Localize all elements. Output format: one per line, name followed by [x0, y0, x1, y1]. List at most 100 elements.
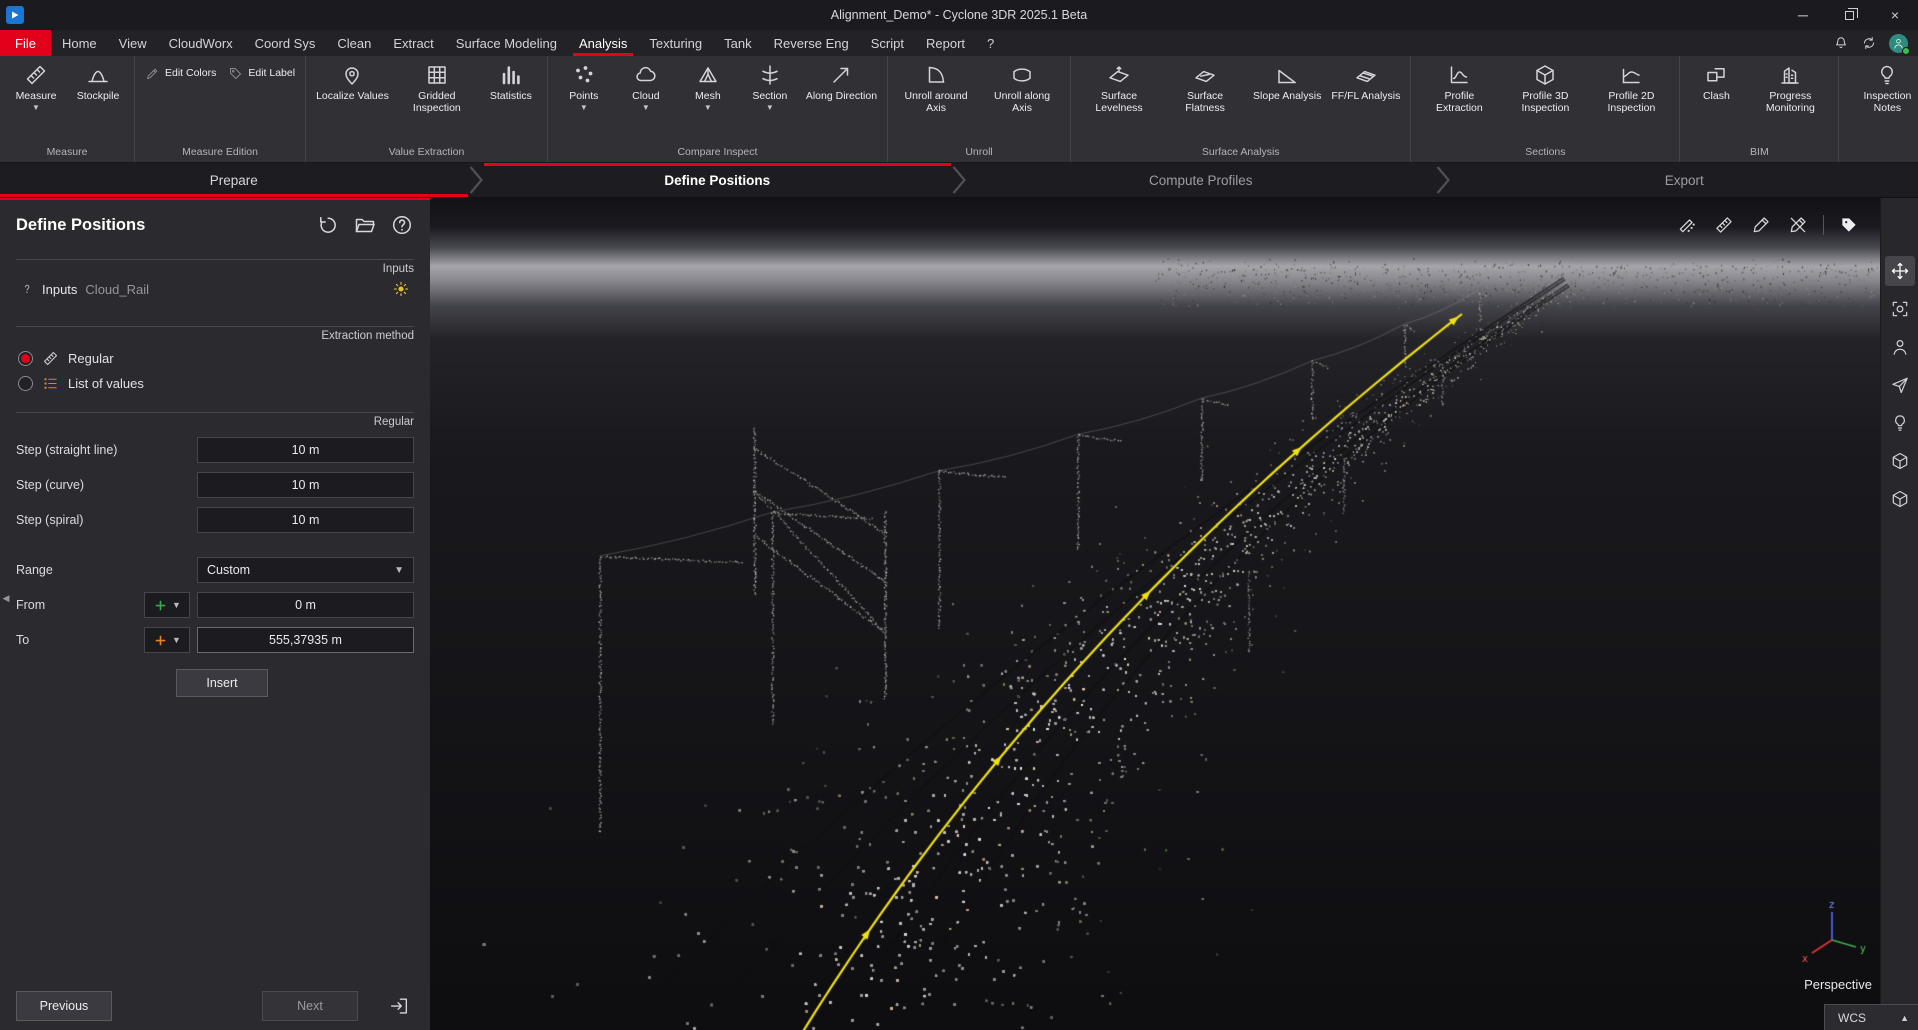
menu-coord-sys[interactable]: Coord Sys — [244, 30, 327, 56]
menu-cloudworx[interactable]: CloudWorx — [158, 30, 244, 56]
exit-icon — [388, 995, 410, 1017]
step-curve-input[interactable] — [197, 472, 414, 498]
points-button[interactable]: Points▼ — [554, 56, 614, 112]
section-button[interactable]: Section▼ — [740, 56, 800, 112]
help-button[interactable] — [390, 213, 414, 237]
menu-home[interactable]: Home — [51, 30, 108, 56]
gridded-inspection-icon — [425, 63, 449, 87]
sun-icon[interactable] — [392, 280, 410, 298]
profile-3d-inspection-button[interactable]: Profile 3D Inspection — [1503, 56, 1587, 115]
minimize-button[interactable]: ─ — [1780, 0, 1826, 30]
unroll-around-axis-button[interactable]: Unroll around Axis — [894, 56, 978, 115]
menu-script[interactable]: Script — [860, 30, 915, 56]
panel-header: Define Positions — [0, 200, 430, 239]
workflow-chevron-icon — [951, 163, 967, 197]
reset-step-button[interactable] — [316, 213, 340, 237]
menu-reverse-eng[interactable]: Reverse Eng — [763, 30, 860, 56]
menu-extract[interactable]: Extract — [382, 30, 444, 56]
labels-button[interactable] — [1832, 210, 1866, 240]
edit-colors-button[interactable]: Edit Colors — [145, 66, 216, 81]
exit-workflow-button[interactable] — [384, 991, 414, 1021]
menu-report[interactable]: Report — [915, 30, 976, 56]
walkthrough-mode-button[interactable] — [1885, 332, 1915, 362]
inspection-notes-button[interactable]: Inspection Notes — [1845, 56, 1918, 115]
view-cube-button[interactable] — [1885, 446, 1915, 476]
surface-flatness-button[interactable]: Surface Flatness — [1163, 56, 1247, 115]
range-select[interactable]: Custom ▼ — [197, 557, 414, 583]
restore-button[interactable] — [1826, 0, 1872, 30]
step-straight-line-input[interactable] — [197, 437, 414, 463]
menu-help[interactable]: ? — [976, 30, 1005, 56]
mesh-button[interactable]: Mesh▼ — [678, 56, 738, 112]
field-label: Step (straight line) — [16, 443, 144, 457]
step-curve-row: Step (curve) — [16, 472, 414, 498]
stockpile-button[interactable]: Stockpile — [68, 56, 128, 102]
viewport-3d[interactable]: Perspective — [430, 198, 1880, 1030]
to-color-picker[interactable]: ▼ — [144, 627, 190, 653]
edit-label-button[interactable]: Edit Label — [228, 66, 295, 81]
measure-button[interactable] — [1707, 210, 1741, 240]
regular-option[interactable]: Regular — [16, 342, 414, 367]
panel-collapse-handle[interactable]: ◀ — [0, 578, 12, 618]
wcs-selector[interactable]: WCS ▲ — [1824, 1004, 1918, 1030]
fly-mode-button[interactable] — [1885, 370, 1915, 400]
clash-button[interactable]: Clash — [1686, 56, 1746, 102]
menu-clean[interactable]: Clean — [326, 30, 382, 56]
close-button[interactable]: × — [1872, 0, 1918, 30]
slope-analysis-button[interactable]: Slope Analysis — [1249, 56, 1325, 102]
notifications-bell-icon[interactable] — [1833, 35, 1849, 51]
menu-file[interactable]: File — [0, 30, 51, 56]
next-button[interactable]: Next — [262, 991, 358, 1021]
list-of-values-radio[interactable] — [18, 376, 33, 391]
profile-2d-inspection-button[interactable]: Profile 2D Inspection — [1589, 56, 1673, 115]
colormap-button[interactable] — [1744, 210, 1778, 240]
option-label: Regular — [68, 351, 114, 366]
gridded-inspection-button[interactable]: Gridded Inspection — [395, 56, 479, 115]
progress-monitoring-button[interactable]: Progress Monitoring — [1748, 56, 1832, 115]
sync-icon[interactable] — [1861, 35, 1877, 51]
menu-analysis[interactable]: Analysis — [568, 30, 638, 56]
profile-extraction-button[interactable]: Profile Extraction — [1417, 56, 1501, 115]
statistics-button[interactable]: Statistics — [481, 56, 541, 102]
workflow-step-compute-profiles[interactable]: Compute Profiles — [967, 163, 1435, 197]
measure-button[interactable]: Measure▼ — [6, 56, 66, 112]
open-result-button[interactable] — [353, 213, 377, 237]
workflow-step-export[interactable]: Export — [1451, 163, 1918, 197]
menu-tank[interactable]: Tank — [713, 30, 762, 56]
pan-mode-button[interactable] — [1885, 256, 1915, 286]
step-spiral-input[interactable] — [197, 507, 414, 533]
workflow-step-prepare[interactable]: Prepare — [0, 163, 468, 197]
along-direction-button[interactable]: Along Direction — [802, 56, 881, 102]
from-input[interactable] — [197, 592, 414, 618]
zoom-on-selection-button[interactable] — [1885, 294, 1915, 324]
cloud-button[interactable]: Cloud▼ — [616, 56, 676, 112]
inputs-row[interactable]: Inputs Cloud_Rail — [16, 275, 414, 306]
title-bar: Alignment_Demo* - Cyclone 3DR 2025.1 Bet… — [0, 0, 1918, 30]
button-label: Cloud — [632, 90, 659, 102]
localize-values-button[interactable]: Localize Values — [312, 56, 393, 102]
clipping-box-button[interactable] — [1885, 484, 1915, 514]
clipping-box-icon — [1890, 489, 1910, 509]
view-cube-icon — [1890, 451, 1910, 471]
list-of-values-option[interactable]: List of values — [16, 367, 414, 392]
lighting-button[interactable] — [1885, 408, 1915, 438]
menu-view[interactable]: View — [108, 30, 158, 56]
profile-extraction-icon — [1447, 63, 1471, 87]
inspect-cloud-icon — [1677, 215, 1697, 235]
previous-button[interactable]: Previous — [16, 991, 112, 1021]
colormap-off-button[interactable] — [1781, 210, 1815, 240]
workflow-step-define-positions[interactable]: Define Positions — [484, 163, 952, 197]
menu-surface-modeling[interactable]: Surface Modeling — [445, 30, 568, 56]
from-color-picker[interactable]: ▼ — [144, 592, 190, 618]
inspect-cloud-button[interactable] — [1670, 210, 1704, 240]
ff-fl-analysis-button[interactable]: FF/FL Analysis — [1327, 56, 1404, 102]
insert-button[interactable]: Insert — [176, 669, 268, 697]
user-avatar[interactable] — [1889, 34, 1908, 53]
unroll-along-axis-button[interactable]: Unroll along Axis — [980, 56, 1064, 115]
surface-levelness-button[interactable]: Surface Levelness — [1077, 56, 1161, 115]
regular-radio[interactable] — [18, 351, 33, 366]
button-label: Statistics — [490, 90, 532, 102]
to-input[interactable] — [197, 627, 414, 653]
point-cloud-canvas[interactable] — [430, 198, 1880, 1030]
menu-texturing[interactable]: Texturing — [638, 30, 713, 56]
